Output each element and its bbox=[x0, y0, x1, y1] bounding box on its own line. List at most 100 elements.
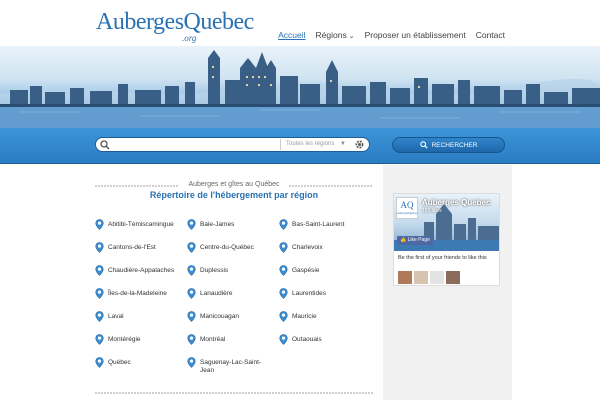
page-title: Répertoire de l'hébergement par région bbox=[149, 190, 319, 200]
site-logo[interactable]: AubergesQuebec bbox=[96, 10, 254, 34]
nav-item-regions-label: Régions bbox=[315, 30, 347, 40]
map-pin-icon bbox=[187, 357, 196, 368]
region-link[interactable]: Abitibi-Témiscamingue bbox=[95, 219, 183, 230]
map-pin-icon bbox=[279, 265, 288, 276]
map-pin-icon bbox=[95, 288, 104, 299]
facebook-logo-sub: AubergesQuebec bbox=[397, 211, 418, 215]
search-icon bbox=[100, 140, 110, 150]
map-pin-icon bbox=[187, 288, 196, 299]
search-input[interactable] bbox=[112, 139, 277, 150]
region-link[interactable]: Charlevoix bbox=[279, 242, 367, 253]
avatar[interactable] bbox=[446, 271, 460, 284]
facebook-like-count: 183 likes bbox=[422, 208, 442, 214]
main-nav: Accueil Régions ⌄ Proposer un établisseme… bbox=[278, 30, 505, 40]
region-label: Laurentides bbox=[292, 290, 326, 297]
map-pin-icon bbox=[95, 357, 104, 368]
facebook-friend-avatars bbox=[398, 271, 460, 284]
section-divider bbox=[95, 392, 373, 394]
region-label: Saguenay-Lac-Saint-Jean bbox=[200, 359, 262, 375]
search-button[interactable]: RECHERCHER bbox=[392, 137, 505, 153]
map-pin-icon bbox=[95, 265, 104, 276]
avatar[interactable] bbox=[414, 271, 428, 284]
gear-icon[interactable] bbox=[354, 139, 365, 150]
region-link[interactable]: Gaspésie bbox=[279, 265, 367, 276]
site-logo-suffix: .org bbox=[182, 33, 197, 43]
map-pin-icon bbox=[187, 265, 196, 276]
region-label: Montérégie bbox=[108, 336, 141, 343]
region-label: Laval bbox=[108, 313, 124, 320]
region-label: Chaudière-Appalaches bbox=[108, 267, 175, 274]
facebook-page-name[interactable]: Auberges Quebec bbox=[422, 198, 490, 207]
region-link[interactable]: Mauricie bbox=[279, 311, 367, 322]
region-link[interactable]: Laurentides bbox=[279, 288, 367, 299]
region-label: Mauricie bbox=[292, 313, 317, 320]
nav-item-proposer[interactable]: Proposer un établissement bbox=[365, 30, 466, 40]
region-link[interactable]: Québec bbox=[95, 357, 183, 368]
region-link[interactable]: Montréal bbox=[187, 334, 275, 345]
avatar[interactable] bbox=[430, 271, 444, 284]
region-label: Duplessis bbox=[200, 267, 229, 274]
skyline-illustration bbox=[0, 50, 600, 128]
region-label: Îles-de-la-Madeleine bbox=[108, 290, 167, 297]
map-pin-icon bbox=[279, 334, 288, 345]
facebook-friends-text: Be the first of your friends to like thi… bbox=[398, 255, 487, 261]
region-link[interactable]: Manicouagan bbox=[187, 311, 275, 322]
chevron-down-icon: ⌄ bbox=[348, 33, 355, 40]
region-link[interactable]: Baie-James bbox=[187, 219, 275, 230]
map-pin-icon bbox=[95, 334, 104, 345]
region-link[interactable]: Duplessis bbox=[187, 265, 275, 276]
facebook-like-button[interactable]: 👍 Like Page bbox=[397, 236, 433, 245]
region-link[interactable]: Montérégie bbox=[95, 334, 183, 345]
region-label: Gaspésie bbox=[292, 267, 320, 274]
thumbs-up-icon: 👍 bbox=[400, 237, 407, 243]
region-link[interactable]: Chaudière-Appalaches bbox=[95, 265, 183, 276]
region-link[interactable]: Cantons-de-l'Est bbox=[95, 242, 183, 253]
search-button-icon bbox=[419, 141, 428, 149]
region-link[interactable]: Lanaudière bbox=[187, 288, 275, 299]
region-link[interactable]: Saguenay-Lac-Saint-Jean bbox=[187, 357, 275, 376]
region-link[interactable]: Laval bbox=[95, 311, 183, 322]
region-label: Cantons-de-l'Est bbox=[108, 244, 156, 251]
map-pin-icon bbox=[95, 242, 104, 253]
facebook-cover: AQ AubergesQuebec Auberges Quebec 183 lik… bbox=[394, 194, 499, 251]
site-header: AubergesQuebec .org Accueil Régions ⌄ Pro… bbox=[0, 0, 600, 46]
nav-item-regions[interactable]: Régions ⌄ bbox=[316, 30, 355, 40]
region-label: Charlevoix bbox=[292, 244, 323, 251]
map-pin-icon bbox=[95, 311, 104, 322]
map-pin-icon bbox=[279, 242, 288, 253]
region-link[interactable]: Centre-du-Québec bbox=[187, 242, 275, 253]
region-label: Centre-du-Québec bbox=[200, 244, 254, 251]
avatar[interactable] bbox=[398, 271, 412, 284]
region-link[interactable]: Outaouais bbox=[279, 334, 367, 345]
region-link[interactable]: Îles-de-la-Madeleine bbox=[95, 288, 183, 299]
region-link[interactable]: Bas-Saint-Laurent bbox=[279, 219, 367, 230]
nav-item-accueil[interactable]: Accueil bbox=[278, 30, 305, 40]
facebook-widget: AQ AubergesQuebec Auberges Quebec 183 lik… bbox=[393, 193, 500, 286]
map-pin-icon bbox=[279, 219, 288, 230]
region-label: Bas-Saint-Laurent bbox=[292, 221, 345, 228]
map-pin-icon bbox=[187, 219, 196, 230]
dropdown-arrow-icon: ▼ bbox=[340, 141, 346, 147]
search-box: Toutes les régions ▼ bbox=[95, 137, 370, 152]
region-label: Abitibi-Témiscamingue bbox=[108, 221, 174, 228]
nav-item-contact[interactable]: Contact bbox=[476, 30, 505, 40]
region-label: Manicouagan bbox=[200, 313, 240, 320]
facebook-logo-text: AQ bbox=[400, 200, 414, 210]
region-select-value: Toutes les régions bbox=[286, 141, 335, 147]
facebook-page-logo[interactable]: AQ AubergesQuebec bbox=[396, 197, 418, 219]
region-label: Montréal bbox=[200, 336, 226, 343]
region-select[interactable]: Toutes les régions ▼ bbox=[280, 139, 350, 150]
section-subtitle: Auberges et gîtes au Québec bbox=[95, 181, 373, 188]
sidebar: AQ AubergesQuebec Auberges Quebec 183 lik… bbox=[383, 165, 512, 400]
search-button-label: RECHERCHER bbox=[431, 141, 478, 149]
region-label: Québec bbox=[108, 359, 131, 366]
map-pin-icon bbox=[187, 334, 196, 345]
region-label: Outaouais bbox=[292, 336, 322, 343]
region-label: Lanaudière bbox=[200, 290, 233, 297]
map-pin-icon bbox=[279, 288, 288, 299]
region-directory: Auberges et gîtes au Québec Répertoire d… bbox=[95, 175, 373, 374]
map-pin-icon bbox=[187, 311, 196, 322]
region-label: Baie-James bbox=[200, 221, 235, 228]
quebec-skyline-banner bbox=[0, 46, 600, 128]
map-pin-icon bbox=[187, 242, 196, 253]
